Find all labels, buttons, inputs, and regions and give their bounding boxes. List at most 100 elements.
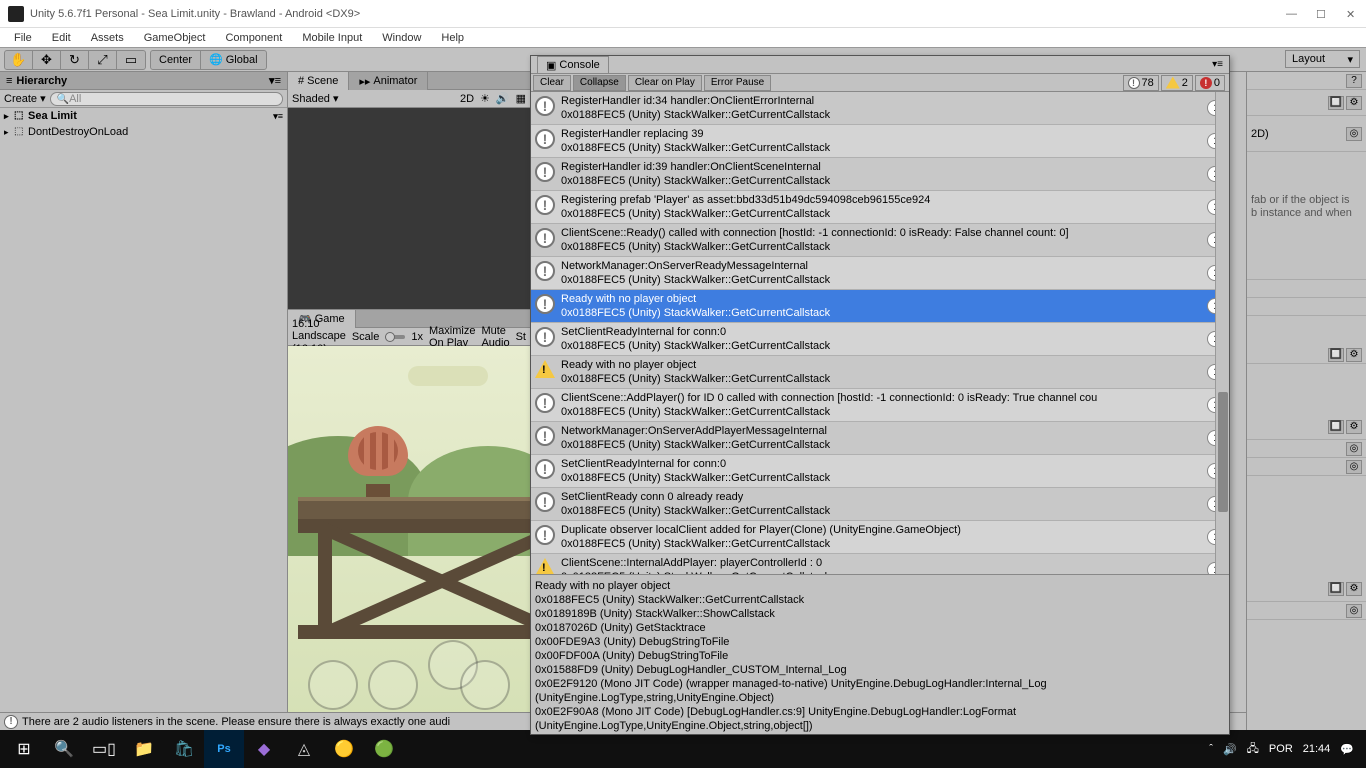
create-dropdown[interactable]: Create ▾ [4,92,46,105]
scale-tool-button[interactable]: ⤢ [89,51,117,69]
component-help-button[interactable]: 🔲 [1328,348,1344,362]
audio-toggle-icon[interactable]: 🔊 [496,92,510,105]
target-icon[interactable]: ◎ [1346,127,1362,141]
rotate-tool-button[interactable]: ↻ [61,51,89,69]
console-errorpause-button[interactable]: Error Pause [704,75,771,91]
console-log-row[interactable]: ClientScene::InternalAddPlayer: playerCo… [531,554,1229,574]
target-icon[interactable]: ◎ [1346,442,1362,456]
hierarchy-item[interactable]: ▸ ⬚ DontDestroyOnLoad [0,124,287,140]
console-collapse-button[interactable]: Collapse [573,75,626,91]
layout-dropdown[interactable]: Layout▾ [1285,50,1360,68]
scene-menu-icon[interactable]: ▾≡ [273,111,283,122]
tab-animator[interactable]: ▸▸Animator [349,72,428,90]
touch-control-left[interactable] [308,660,358,710]
console-log-row[interactable]: !NetworkManager:OnServerAddPlayerMessage… [531,422,1229,455]
component-help-button[interactable]: 🔲 [1328,420,1344,434]
panel-menu-icon[interactable]: ▾≡ [1212,59,1223,70]
console-log-row[interactable]: !Duplicate observer localClient added fo… [531,521,1229,554]
close-button[interactable]: ✕ [1346,8,1358,20]
start-button[interactable]: ⊞ [4,730,44,768]
console-log-row[interactable]: !SetClientReadyInternal for conn:00x0188… [531,323,1229,356]
menu-component[interactable]: Component [217,30,290,46]
stats-button[interactable]: St [516,331,526,343]
light-toggle-icon[interactable]: ☀ [480,92,490,105]
scrollbar[interactable] [1215,92,1229,574]
mode-2d-button[interactable]: 2D [460,93,474,105]
component-gear-button[interactable]: ⚙ [1346,420,1362,434]
console-window[interactable]: ▣ Console ▾≡ Clear Collapse Clear on Pla… [530,55,1230,735]
unity-icon[interactable]: ◬ [284,730,324,768]
console-log-row[interactable]: !ClientScene::AddPlayer() for ID 0 calle… [531,389,1229,422]
scale-slider[interactable] [385,335,405,339]
vs-icon[interactable]: ◆ [244,730,284,768]
console-clear-button[interactable]: Clear [533,75,571,91]
console-log-row[interactable]: !ClientScene::Ready() called with connec… [531,224,1229,257]
tab-scene[interactable]: #Scene [288,72,349,90]
menu-mobileinput[interactable]: Mobile Input [294,30,370,46]
minimize-button[interactable]: — [1286,8,1298,20]
maximize-on-play-button[interactable]: Maximize On Play [429,325,475,349]
console-detail[interactable]: Ready with no player object 0x0188FEC5 (… [531,574,1229,734]
component-gear-button[interactable]: ⚙ [1346,96,1362,110]
console-log-row[interactable]: Ready with no player object0x0188FEC5 (U… [531,356,1229,389]
expand-arrow-icon[interactable]: ▸ [4,111,14,122]
hierarchy-list[interactable]: ▸ ⬚ Sea Limit ▾≡ ▸ ⬚ DontDestroyOnLoad [0,108,287,730]
scene-view[interactable] [288,108,530,309]
component-help-button[interactable]: 🔲 [1328,96,1344,110]
menu-file[interactable]: File [6,30,40,46]
menu-help[interactable]: Help [433,30,472,46]
tray-clock[interactable]: 21:44 [1303,743,1331,755]
console-log-list[interactable]: !RegisterHandler id:34 handler:OnClientE… [531,92,1229,574]
chrome-icon-2[interactable]: 🟢 [364,730,404,768]
mute-audio-button[interactable]: Mute Audio [481,325,509,349]
console-log-row[interactable]: !SetClientReady conn 0 already ready0x01… [531,488,1229,521]
menu-edit[interactable]: Edit [44,30,79,46]
target-icon[interactable]: ◎ [1346,604,1362,618]
photoshop-icon[interactable]: Ps [204,730,244,768]
chrome-icon[interactable]: 🟡 [324,730,364,768]
hand-tool-button[interactable]: ✋ [5,51,33,69]
target-icon[interactable]: ◎ [1346,460,1362,474]
game-view[interactable] [288,346,530,730]
menu-window[interactable]: Window [374,30,429,46]
console-log-row[interactable]: !Registering prefab 'Player' as asset:bb… [531,191,1229,224]
shading-dropdown[interactable]: Shaded ▾ [292,92,339,105]
console-info-filter[interactable]: !78 [1123,75,1159,91]
console-log-row[interactable]: !RegisterHandler id:39 handler:OnClientS… [531,158,1229,191]
pivot-center-button[interactable]: Center [151,51,201,69]
rect-tool-button[interactable]: ▭ [117,51,145,69]
console-clearonplay-button[interactable]: Clear on Play [628,75,702,91]
component-gear-button[interactable]: ⚙ [1346,348,1362,362]
console-warn-filter[interactable]: 2 [1161,75,1193,91]
touch-control-right[interactable] [460,660,510,710]
component-help-button[interactable]: 🔲 [1328,582,1344,596]
tray-notifications-icon[interactable]: 💬 [1340,743,1354,756]
tray-language[interactable]: POR [1269,743,1293,755]
explorer-icon[interactable]: 📁 [124,730,164,768]
move-tool-button[interactable]: ✥ [33,51,61,69]
console-tab[interactable]: ▣ Console [537,56,609,73]
component-gear-button[interactable]: ⚙ [1346,582,1362,596]
console-error-filter[interactable]: !0 [1195,75,1225,91]
hierarchy-item[interactable]: ▸ ⬚ Sea Limit ▾≡ [0,108,287,124]
hierarchy-search-input[interactable]: 🔍All [50,92,283,106]
console-log-row[interactable]: !NetworkManager:OnServerReadyMessageInte… [531,257,1229,290]
search-icon[interactable]: 🔍 [44,730,84,768]
help-icon[interactable]: ? [1346,74,1362,88]
console-log-row[interactable]: !SetClientReadyInternal for conn:00x0188… [531,455,1229,488]
menu-gameobject[interactable]: GameObject [136,30,214,46]
console-log-row[interactable]: !RegisterHandler replacing 390x0188FEC5 … [531,125,1229,158]
pivot-global-button[interactable]: 🌐Global [201,51,266,69]
menu-assets[interactable]: Assets [83,30,132,46]
touch-control-left2[interactable] [368,660,418,710]
hierarchy-tab[interactable]: ≡ Hierarchy ▾≡ [0,72,287,90]
fx-toggle-icon[interactable]: ▦ [516,92,526,105]
expand-arrow-icon[interactable]: ▸ [4,127,14,138]
console-log-row[interactable]: !RegisterHandler id:34 handler:OnClientE… [531,92,1229,125]
tray-volume-icon[interactable]: 🔊 [1223,743,1237,756]
panel-menu-icon[interactable]: ▾≡ [269,74,281,87]
store-icon[interactable]: 🛍 [164,730,204,768]
taskview-icon[interactable]: ▭▯ [84,730,124,768]
console-log-row[interactable]: !Ready with no player object0x0188FEC5 (… [531,290,1229,323]
tray-chevron-icon[interactable]: ˆ [1209,743,1213,755]
